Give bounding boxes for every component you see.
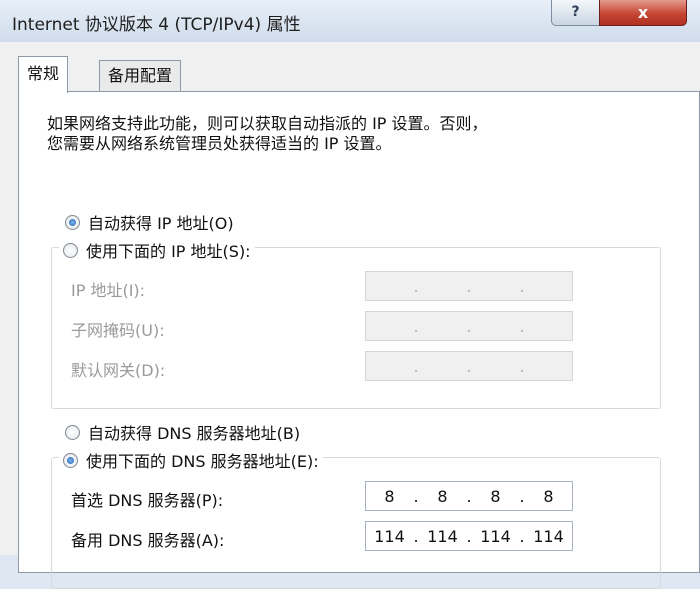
radio-manual-dns[interactable]: 使用下面的 DNS 服务器地址(E): <box>59 448 323 472</box>
radio-manual-ip-indicator[interactable] <box>63 242 78 258</box>
radio-auto-dns[interactable]: 自动获得 DNS 服务器地址(B) <box>65 420 300 444</box>
octet[interactable]: 114 <box>366 527 413 546</box>
ip-address-label: IP 地址(I): <box>71 281 146 300</box>
octet-separator: . <box>519 356 525 376</box>
tab-alternate-config-label: 备用配置 <box>108 66 173 85</box>
octet-separator: . <box>519 276 525 296</box>
help-button[interactable]: ? <box>551 0 600 26</box>
default-gateway-input: . . . <box>365 351 573 381</box>
window-title: Internet 协议版本 4 (TCP/IPv4) 属性 <box>12 15 301 35</box>
alternate-dns-input[interactable]: 114 . 114 . 114 . 114 <box>365 521 573 551</box>
octet[interactable]: 114 <box>419 527 466 546</box>
octet-separator: . <box>413 276 419 296</box>
octet-separator: . <box>466 276 472 296</box>
radio-manual-dns-indicator[interactable] <box>63 452 78 468</box>
radio-auto-dns-label: 自动获得 DNS 服务器地址(B) <box>88 424 301 443</box>
octet-separator: . <box>413 356 419 376</box>
radio-auto-dns-indicator[interactable] <box>65 424 80 440</box>
radio-auto-ip-indicator[interactable] <box>65 214 80 230</box>
radio-auto-ip[interactable]: 自动获得 IP 地址(O) <box>65 210 234 234</box>
default-gateway-label: 默认网关(D): <box>71 361 166 380</box>
tab-panel-general: 如果网络支持此功能，则可以获取自动指派的 IP 设置。否则， 您需要从网络系统管… <box>18 91 700 589</box>
preferred-dns-input[interactable]: 8 . 8 . 8 . 8 <box>365 481 573 511</box>
octet-separator: . <box>466 316 472 336</box>
octet-separator: . <box>519 316 525 336</box>
radio-manual-dns-label: 使用下面的 DNS 服务器地址(E): <box>86 452 319 471</box>
tab-general-label: 常规 <box>27 64 60 83</box>
octet-separator: . <box>466 356 472 376</box>
octet[interactable]: 114 <box>472 527 519 546</box>
subnet-mask-label: 子网掩码(U): <box>71 321 165 340</box>
octet[interactable]: 8 <box>419 487 466 506</box>
octet[interactable]: 8 <box>472 487 519 506</box>
preferred-dns-label: 首选 DNS 服务器(P): <box>71 491 224 510</box>
radio-manual-ip[interactable]: 使用下面的 IP 地址(S): <box>59 238 255 262</box>
dialog-body: 常规 备用配置 如果网络支持此功能，则可以获取自动指派的 IP 设置。否则， 您… <box>0 42 700 589</box>
octet[interactable]: 8 <box>366 487 413 506</box>
help-icon: ? <box>571 4 580 20</box>
ip-address-input: . . . <box>365 271 573 301</box>
radio-manual-ip-label: 使用下面的 IP 地址(S): <box>86 242 251 261</box>
close-button[interactable]: x <box>599 0 687 26</box>
tab-general[interactable]: 常规 <box>18 56 69 93</box>
title-bar: Internet 协议版本 4 (TCP/IPv4) 属性 ? x <box>0 0 700 42</box>
octet[interactable]: 8 <box>525 487 572 506</box>
alternate-dns-label: 备用 DNS 服务器(A): <box>71 531 225 550</box>
close-icon: x <box>637 3 649 22</box>
octet[interactable]: 114 <box>525 527 572 546</box>
description-text: 如果网络支持此功能，则可以获取自动指派的 IP 设置。否则， 您需要从网络系统管… <box>47 114 488 153</box>
octet-separator: . <box>413 316 419 336</box>
subnet-mask-input: . . . <box>365 311 573 341</box>
tab-alternate-config[interactable]: 备用配置 <box>99 60 182 91</box>
radio-auto-ip-label: 自动获得 IP 地址(O) <box>88 214 234 233</box>
